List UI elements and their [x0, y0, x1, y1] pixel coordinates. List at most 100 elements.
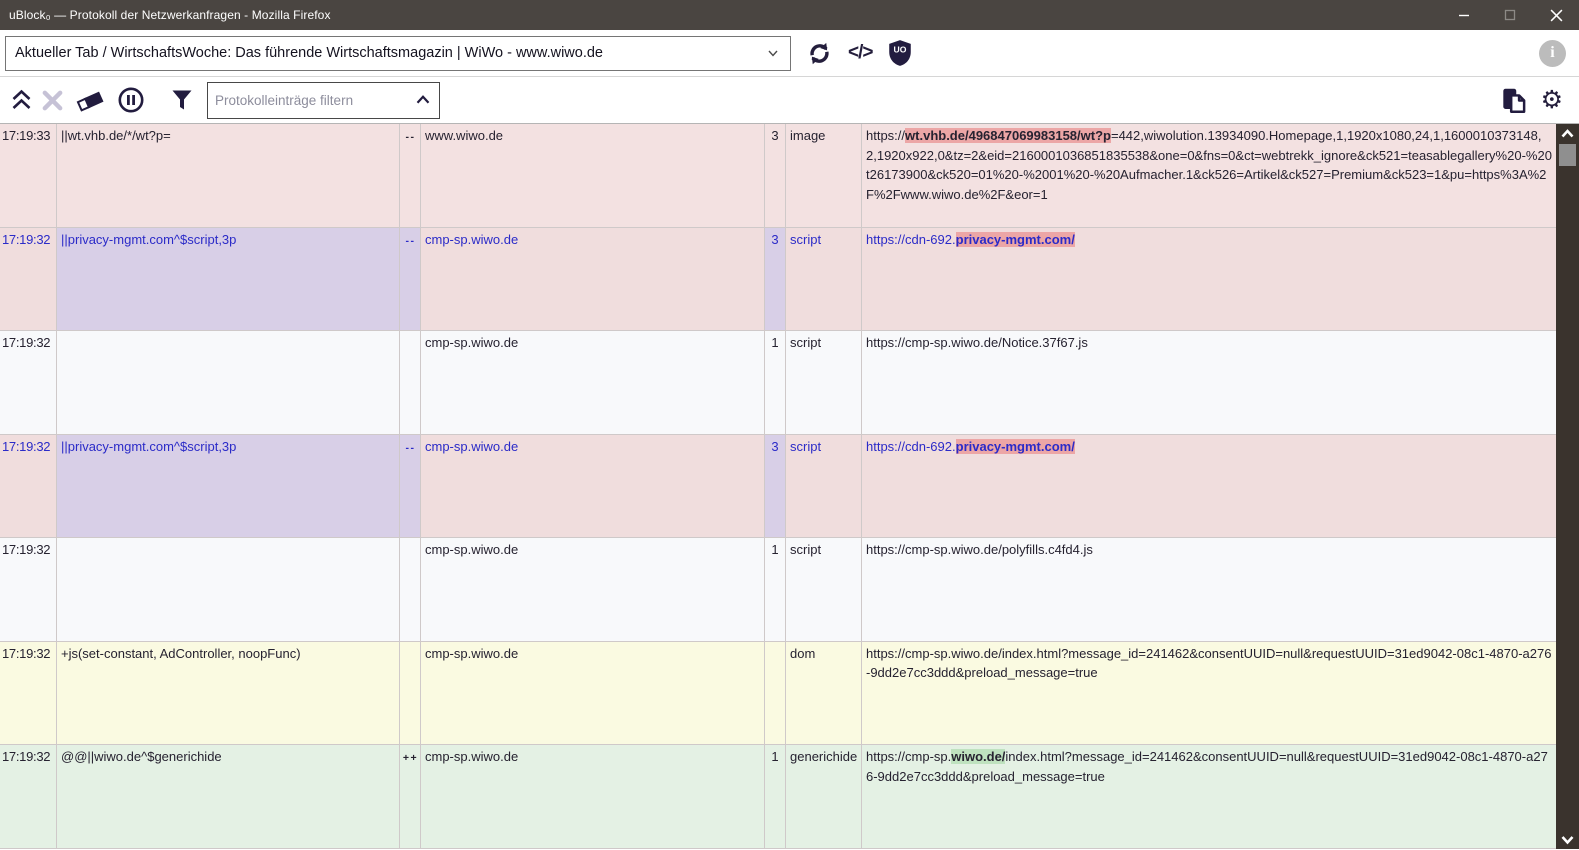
clear-log-button[interactable] — [41, 89, 64, 112]
log-cell-count: 1 — [765, 538, 786, 641]
refresh-icon — [806, 40, 833, 67]
log-cell-hostname[interactable]: cmp-sp.wiwo.de — [421, 538, 765, 641]
log-cell-time[interactable]: 17:19:32 — [0, 228, 57, 331]
maximize-button[interactable] — [1487, 0, 1533, 30]
log-cell-time[interactable]: 17:19:32 — [0, 745, 57, 848]
log-cell-filter[interactable] — [57, 538, 400, 641]
scroll-to-top-button[interactable] — [9, 88, 34, 112]
log-cell-filter[interactable]: +js(set-constant, AdController, noopFunc… — [57, 642, 400, 745]
log-cell-type[interactable]: script — [786, 538, 862, 641]
toolbar: ⚙ — [0, 77, 1579, 124]
log-cell-type[interactable]: dom — [786, 642, 862, 745]
log-table: 17:19:33 ||wt.vhb.de/*/wt?p= -- www.wiwo… — [0, 124, 1556, 849]
scroll-up-icon — [1561, 129, 1574, 139]
log-row[interactable]: 17:19:32 cmp-sp.wiwo.de 1 script https:/… — [0, 538, 1556, 642]
log-cell-time[interactable]: 17:19:32 — [0, 642, 57, 745]
log-cell-type[interactable]: image — [786, 124, 862, 227]
log-cell-url[interactable]: https://cmp-sp.wiwo.de/index.html?messag… — [862, 642, 1556, 745]
window-title: uBlock₀ — Protokoll der Netzwerkanfragen… — [0, 8, 1441, 22]
url-match: privacy-mgmt.com/ — [956, 232, 1075, 247]
close-button[interactable] — [1533, 0, 1579, 30]
eraser-button[interactable] — [76, 88, 105, 112]
log-filter-input[interactable] — [208, 93, 412, 108]
scrollbar-up-button[interactable] — [1556, 124, 1579, 143]
pause-icon — [117, 86, 145, 114]
pause-logging-button[interactable] — [117, 86, 145, 114]
log-cell-count: 1 — [765, 331, 786, 434]
log-cell-count: 3 — [765, 124, 786, 227]
code-icon: </> — [848, 42, 872, 64]
log-cell-count: 3 — [765, 228, 786, 331]
log-cell-hostname[interactable]: cmp-sp.wiwo.de — [421, 435, 765, 538]
code-view-button[interactable]: </> — [848, 42, 872, 64]
copy-pages-icon — [1500, 87, 1528, 114]
log-cell-filter[interactable]: ||privacy-mgmt.com^$script,3p — [57, 435, 400, 538]
reload-tab-button[interactable] — [806, 40, 833, 67]
log-area: 17:19:33 ||wt.vhb.de/*/wt?p= -- www.wiwo… — [0, 124, 1579, 849]
log-row[interactable]: 17:19:33 ||wt.vhb.de/*/wt?p= -- www.wiwo… — [0, 124, 1556, 228]
log-cell-filter[interactable] — [57, 331, 400, 434]
log-cell-url[interactable]: https://cmp-sp.wiwo.de/index.html?messag… — [862, 745, 1556, 848]
close-icon — [1550, 9, 1563, 22]
log-cell-count — [765, 642, 786, 745]
log-cell-url[interactable]: https://cmp-sp.wiwo.de/Notice.37f67.js — [862, 331, 1556, 434]
log-cell-party-indicator — [400, 642, 421, 745]
maximize-icon — [1504, 9, 1516, 21]
scrollbar-thumb[interactable] — [1559, 144, 1576, 166]
log-cell-time[interactable]: 17:19:32 — [0, 331, 57, 434]
info-icon: i — [1550, 44, 1554, 62]
url-match: privacy-mgmt.com/ — [956, 439, 1075, 454]
minimize-button[interactable] — [1441, 0, 1487, 30]
log-cell-party-indicator: -- — [400, 435, 421, 538]
log-cell-party-indicator — [400, 331, 421, 434]
log-cell-party-indicator — [400, 538, 421, 641]
log-cell-type[interactable]: script — [786, 435, 862, 538]
ublock-dashboard-button[interactable]: UO — [887, 39, 913, 67]
url-pre: https:// — [866, 128, 905, 143]
log-cell-filter[interactable]: ||privacy-mgmt.com^$script,3p — [57, 228, 400, 331]
log-cell-time[interactable]: 17:19:32 — [0, 435, 57, 538]
settings-button[interactable]: ⚙ — [1541, 88, 1563, 113]
log-cell-hostname[interactable]: cmp-sp.wiwo.de — [421, 745, 765, 848]
tab-selector[interactable]: Aktueller Tab / WirtschaftsWoche: Das fü… — [5, 36, 791, 71]
log-cell-url[interactable]: https://cdn-692.privacy-mgmt.com/ — [862, 228, 1556, 331]
log-row[interactable]: 17:19:32 +js(set-constant, AdController,… — [0, 642, 1556, 746]
log-cell-filter[interactable]: ||wt.vhb.de/*/wt?p= — [57, 124, 400, 227]
log-cell-hostname[interactable]: cmp-sp.wiwo.de — [421, 228, 765, 331]
log-cell-party-indicator: ++ — [400, 745, 421, 848]
eraser-icon — [76, 88, 105, 112]
log-cell-time[interactable]: 17:19:32 — [0, 538, 57, 641]
scrollbar[interactable] — [1556, 124, 1579, 849]
log-row[interactable]: 17:19:32 @@||wiwo.de^$generichide ++ cmp… — [0, 745, 1556, 849]
tab-selector-value: Aktueller Tab / WirtschaftsWoche: Das fü… — [15, 45, 603, 61]
log-row[interactable]: 17:19:32 cmp-sp.wiwo.de 1 script https:/… — [0, 331, 1556, 435]
log-cell-time[interactable]: 17:19:33 — [0, 124, 57, 227]
log-cell-hostname[interactable]: cmp-sp.wiwo.de — [421, 642, 765, 745]
log-cell-type[interactable]: script — [786, 331, 862, 434]
info-button[interactable]: i — [1539, 40, 1566, 67]
log-cell-type[interactable]: generichide — [786, 745, 862, 848]
funnel-icon — [170, 88, 194, 112]
log-row[interactable]: 17:19:32 ||privacy-mgmt.com^$script,3p -… — [0, 435, 1556, 539]
header: Aktueller Tab / WirtschaftsWoche: Das fü… — [0, 30, 1579, 77]
export-log-button[interactable] — [1500, 87, 1528, 114]
log-cell-url[interactable]: https://cdn-692.privacy-mgmt.com/ — [862, 435, 1556, 538]
log-filter-field — [207, 82, 440, 119]
log-cell-type[interactable]: script — [786, 228, 862, 331]
url-pre: https://cmp-sp.wiwo.de/Notice.37f67.js — [866, 335, 1088, 350]
filter-funnel-button[interactable] — [170, 88, 194, 112]
log-row[interactable]: 17:19:32 ||privacy-mgmt.com^$script,3p -… — [0, 228, 1556, 332]
url-pre: https://cmp-sp.wiwo.de/index.html?messag… — [866, 646, 1551, 681]
chevron-down-icon — [765, 45, 781, 61]
log-cell-hostname[interactable]: www.wiwo.de — [421, 124, 765, 227]
chevron-up-icon[interactable] — [412, 89, 434, 111]
log-cell-url[interactable]: https://cmp-sp.wiwo.de/polyfills.c4fd4.j… — [862, 538, 1556, 641]
log-cell-url[interactable]: https://wt.vhb.de/496847069983158/wt?p=4… — [862, 124, 1556, 227]
log-cell-filter[interactable]: @@||wiwo.de^$generichide — [57, 745, 400, 848]
log-cell-count: 3 — [765, 435, 786, 538]
log-cell-hostname[interactable]: cmp-sp.wiwo.de — [421, 331, 765, 434]
double-chevron-up-icon — [9, 88, 34, 112]
scrollbar-down-button[interactable] — [1556, 830, 1579, 849]
clear-x-icon — [41, 89, 64, 112]
log-cell-count: 1 — [765, 745, 786, 848]
